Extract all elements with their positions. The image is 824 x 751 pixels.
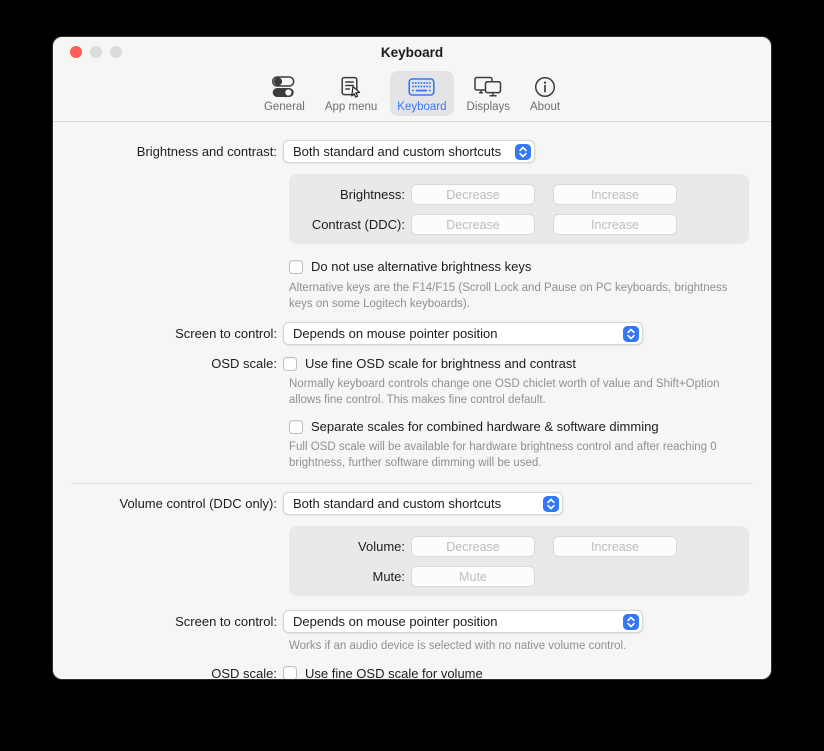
- tab-displays[interactable]: Displays: [460, 71, 517, 116]
- tab-app-menu[interactable]: App menu: [318, 71, 384, 116]
- brightness-shortcut-box: Brightness: Decrease Increase Contrast (…: [289, 174, 749, 244]
- tab-keyboard[interactable]: Keyboard: [390, 71, 453, 116]
- tab-general-label: General: [264, 101, 305, 113]
- fine-osd-label: Use fine OSD scale for brightness and co…: [305, 356, 576, 371]
- fine-osd-row: Use fine OSD scale for brightness and co…: [283, 356, 576, 371]
- volume-screen-help: Works if an audio device is selected wit…: [289, 639, 747, 655]
- popup-chevrons-icon: [543, 496, 559, 512]
- separate-scales-help: Full OSD scale will be available for har…: [289, 440, 747, 471]
- brightness-mode-row: Brightness and contrast: Both standard a…: [53, 140, 771, 163]
- volume-screen-label: Screen to control:: [53, 614, 283, 629]
- volume-screen-popup[interactable]: Depends on mouse pointer position: [283, 610, 643, 633]
- displays-icon: [473, 75, 503, 99]
- brightness-osd-row: OSD scale: Use fine OSD scale for bright…: [53, 356, 771, 371]
- alt-keys-checkbox[interactable]: [289, 260, 303, 274]
- volume-fine-osd-label: Use fine OSD scale for volume: [305, 666, 483, 681]
- brightness-mode-label: Brightness and contrast:: [53, 144, 283, 159]
- zoom-button: [110, 46, 122, 58]
- volume-shortcut-row: Volume: Decrease Increase: [289, 536, 749, 557]
- volume-mode-value: Both standard and custom shortcuts: [293, 496, 537, 511]
- keyboard-icon: [408, 75, 435, 99]
- brightness-screen-popup[interactable]: Depends on mouse pointer position: [283, 322, 643, 345]
- mute-shortcut-row: Mute: Mute: [289, 566, 749, 587]
- document-cursor-icon: [339, 75, 363, 99]
- close-button[interactable]: [70, 46, 82, 58]
- volume-osd-row: OSD scale: Use fine OSD scale for volume: [53, 666, 771, 681]
- tab-general[interactable]: General: [257, 71, 312, 116]
- preferences-toolbar: General App menu: [53, 65, 771, 122]
- alt-keys-label: Do not use alternative brightness keys: [311, 259, 531, 274]
- tab-about-label: About: [530, 101, 560, 113]
- window-title: Keyboard: [53, 45, 771, 60]
- contrast-increase-button[interactable]: Increase: [553, 214, 677, 235]
- volume-fine-osd-checkbox[interactable]: [283, 666, 297, 680]
- brightness-shortcut-row: Brightness: Decrease Increase: [289, 184, 749, 205]
- tab-app-menu-label: App menu: [325, 101, 377, 113]
- brightness-screen-label: Screen to control:: [53, 326, 283, 341]
- brightness-screen-row: Screen to control: Depends on mouse poin…: [53, 322, 771, 345]
- separate-scales-label: Separate scales for combined hardware & …: [311, 419, 659, 434]
- brightness-screen-value: Depends on mouse pointer position: [293, 326, 617, 341]
- fine-osd-checkbox[interactable]: [283, 357, 297, 371]
- separate-scales-row: Separate scales for combined hardware & …: [289, 419, 771, 434]
- tab-displays-label: Displays: [467, 101, 510, 113]
- brightness-increase-button[interactable]: Increase: [553, 184, 677, 205]
- keyboard-pane: Brightness and contrast: Both standard a…: [53, 122, 771, 680]
- volume-mode-label: Volume control (DDC only):: [53, 496, 283, 511]
- section-divider: [71, 483, 753, 484]
- separate-scales-checkbox[interactable]: [289, 420, 303, 434]
- toggles-icon: [271, 75, 297, 99]
- volume-screen-value: Depends on mouse pointer position: [293, 614, 617, 629]
- volume-mode-popup[interactable]: Both standard and custom shortcuts: [283, 492, 563, 515]
- mute-row-label: Mute:: [289, 569, 411, 584]
- info-icon: [533, 75, 557, 99]
- alt-keys-help: Alternative keys are the F14/F15 (Scroll…: [289, 281, 747, 312]
- volume-row-label: Volume:: [289, 539, 411, 554]
- volume-osd-label: OSD scale:: [53, 666, 283, 681]
- tab-about[interactable]: About: [523, 71, 567, 116]
- mute-button[interactable]: Mute: [411, 566, 535, 587]
- traffic-lights: [70, 46, 122, 58]
- minimize-button: [90, 46, 102, 58]
- tab-keyboard-label: Keyboard: [397, 101, 446, 113]
- alt-keys-row: Do not use alternative brightness keys: [289, 259, 771, 274]
- brightness-row-label: Brightness:: [289, 187, 411, 202]
- volume-increase-button[interactable]: Increase: [553, 536, 677, 557]
- brightness-decrease-button[interactable]: Decrease: [411, 184, 535, 205]
- preferences-window: Keyboard General: [52, 36, 772, 680]
- volume-screen-row: Screen to control: Depends on mouse poin…: [53, 610, 771, 633]
- volume-mode-row: Volume control (DDC only): Both standard…: [53, 492, 771, 515]
- title-bar: Keyboard: [53, 37, 771, 65]
- brightness-osd-label: OSD scale:: [53, 356, 283, 371]
- brightness-mode-value: Both standard and custom shortcuts: [293, 144, 509, 159]
- popup-chevrons-icon: [623, 614, 639, 630]
- popup-chevrons-icon: [515, 144, 531, 160]
- contrast-decrease-button[interactable]: Decrease: [411, 214, 535, 235]
- contrast-row-label: Contrast (DDC):: [289, 217, 411, 232]
- contrast-shortcut-row: Contrast (DDC): Decrease Increase: [289, 214, 749, 235]
- volume-decrease-button[interactable]: Decrease: [411, 536, 535, 557]
- brightness-mode-popup[interactable]: Both standard and custom shortcuts: [283, 140, 535, 163]
- volume-shortcut-box: Volume: Decrease Increase Mute: Mute: [289, 526, 749, 596]
- popup-chevrons-icon: [623, 326, 639, 342]
- volume-fine-osd-row: Use fine OSD scale for volume: [283, 666, 483, 681]
- fine-osd-help: Normally keyboard controls change one OS…: [289, 377, 747, 408]
